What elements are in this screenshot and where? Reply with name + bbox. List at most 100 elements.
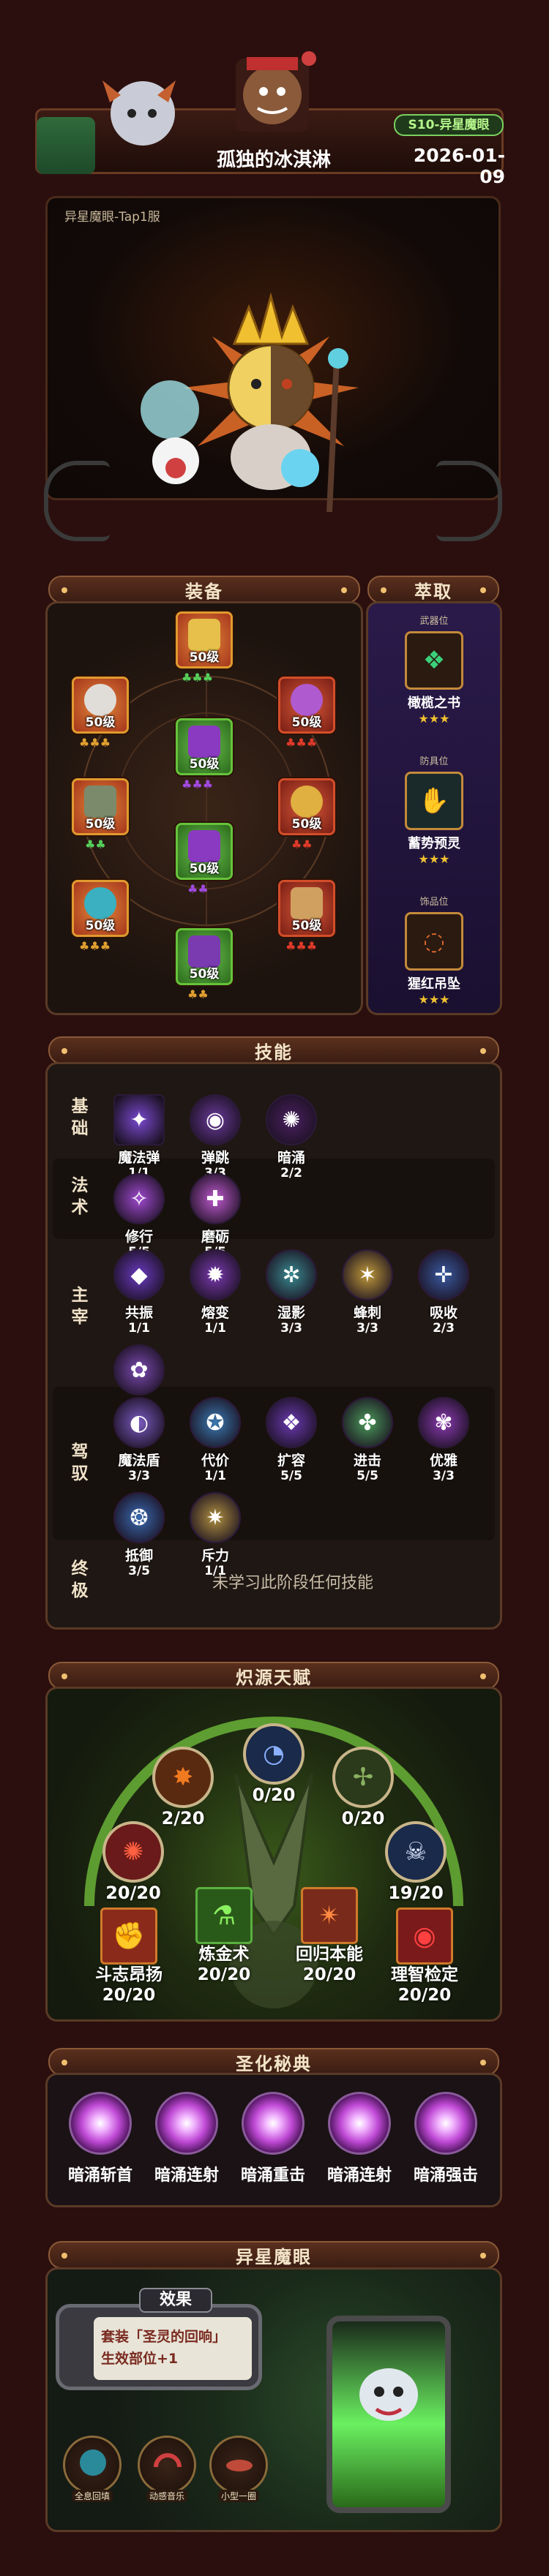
instinct-icon: ✴ — [301, 1887, 358, 1944]
skill-count: 3/3 — [128, 1469, 150, 1483]
extraction-accessory[interactable]: 饰品位 ◌ 猩红吊坠 ★★★ — [379, 894, 489, 1006]
extraction-weapon[interactable]: 武器位 ❖ 橄榄之书 ★★★ — [379, 613, 489, 726]
equip-stars-left-3: ♣♣♣ — [79, 939, 111, 953]
holy-item[interactable]: 暗涌斩首 — [60, 2092, 141, 2185]
talent-right-lower[interactable]: ☠ 19/20 — [379, 1821, 452, 1903]
talents-header: 炽源天赋 — [48, 1662, 499, 1690]
skill-item[interactable]: ✹ 熔变 1/1 — [186, 1249, 244, 1335]
extraction-armor[interactable]: 防具位 ✋ 蓄势预灵 ★★★ — [379, 753, 489, 866]
talent-left-lower[interactable]: ✺ 20/20 — [97, 1821, 170, 1903]
equip-stars-left-1: ♣♣♣ — [79, 736, 111, 750]
extraction-slot-label: 饰品位 — [419, 897, 449, 908]
talent-square-4[interactable]: ◉ 理智检定 20/20 — [381, 1907, 468, 2006]
skill-item[interactable]: ✚磨砺5/5 — [186, 1173, 244, 1259]
skill-item[interactable]: ◉弹跳3/3 — [186, 1094, 244, 1180]
extraction-title: 萃取 — [414, 581, 452, 602]
equip-stars-weapon: ♣♣♣ — [182, 671, 214, 685]
skill-name: 代价 — [201, 1453, 229, 1469]
equipment-header: 装备 — [48, 576, 360, 603]
skills-row-label: 主宰 — [71, 1286, 89, 1327]
eye-icon: ◉ — [396, 1907, 453, 1965]
flame-icon: ✸ — [152, 1747, 214, 1808]
skill-item[interactable]: ◐ 魔法盾 3/3 — [110, 1397, 168, 1483]
date-text: 2026-01-09 — [413, 145, 505, 187]
skill-item[interactable]: ✤ 进击 5/5 — [338, 1397, 397, 1483]
equip-slot-right-3[interactable]: 50级 — [278, 880, 335, 937]
skill-item[interactable]: ✲ 湿影 3/3 — [262, 1249, 321, 1335]
skill-count: 3/3 — [356, 1321, 378, 1336]
equip-slot-left-1[interactable]: 50级 — [72, 677, 129, 734]
equip-slot-boots[interactable]: 50级 — [176, 928, 233, 985]
equip-slot-armor[interactable]: 50级 — [176, 718, 233, 775]
holy-item[interactable]: 暗涌强击 — [406, 2092, 486, 2185]
skill-icon: ◐ — [113, 1397, 165, 1448]
extraction-slot-label: 防具位 — [419, 756, 449, 767]
skill-item[interactable]: ✧修行5/5 — [110, 1173, 168, 1259]
badge-2[interactable]: 动感音乐 — [138, 2436, 196, 2502]
equip-slot-weapon[interactable]: 50级 — [176, 611, 233, 669]
holy-title: 圣化秘典 — [236, 2053, 312, 2074]
holy-header: 圣化秘典 — [48, 2048, 499, 2076]
fist-icon: ✊ — [100, 1907, 157, 1965]
holy-item[interactable]: 暗涌重击 — [233, 2092, 313, 2185]
skill-icon: ✦ — [113, 1094, 165, 1145]
skill-count: 1/1 — [204, 1321, 226, 1336]
skills-row-label: 基础 — [71, 1097, 89, 1138]
extraction-name: 蓄势预灵 — [408, 836, 460, 851]
skills-row-label: 法术 — [71, 1176, 89, 1217]
skill-item[interactable]: ◆ 共振 1/1 — [110, 1249, 168, 1335]
skill-name: 吸收 — [429, 1305, 458, 1321]
skill-item[interactable]: ✷ 斥力 1/1 — [186, 1492, 244, 1578]
extraction-slot-label: 武器位 — [419, 616, 449, 627]
skill-icon: ✧ — [113, 1173, 165, 1224]
equip-slot-left-3[interactable]: 50级 — [72, 880, 129, 937]
stage-ornament-right — [436, 461, 502, 541]
skill-name: 共振 — [124, 1305, 153, 1321]
clock-icon: ◔ — [243, 1723, 305, 1785]
skill-count: 2/3 — [433, 1321, 455, 1336]
holy-item[interactable]: 暗涌连射 — [146, 2092, 227, 2185]
skill-icon: ◆ — [113, 1249, 165, 1300]
glowing-orb-icon — [242, 2092, 305, 2155]
skill-name: 魔法盾 — [118, 1453, 160, 1469]
glowing-orb-icon — [155, 2092, 218, 2155]
alchemy-icon: ⚗ — [195, 1887, 253, 1944]
skill-name: 魔法弹 — [118, 1150, 160, 1166]
extraction-stars: ★★★ — [418, 993, 450, 1006]
avatar[interactable] — [221, 37, 324, 139]
equip-slot-pants[interactable]: 50级 — [176, 823, 233, 880]
skill-item[interactable]: ✪ 代价 1/1 — [186, 1397, 244, 1483]
equip-slot-right-1[interactable]: 50级 — [278, 677, 335, 734]
talent-square-2[interactable]: ⚗ 炼金术 20/20 — [180, 1887, 268, 1985]
equipment-title: 装备 — [185, 581, 223, 602]
skill-item[interactable]: ❖ 扩容 5/5 — [262, 1397, 321, 1483]
skill-name: 熔变 — [201, 1305, 229, 1321]
talent-left-upper[interactable]: ✸ 2/20 — [146, 1747, 220, 1829]
skill-name: 弹跳 — [201, 1150, 229, 1166]
skill-item[interactable]: ❂ 抵御 3/5 — [110, 1492, 168, 1578]
hero-character — [124, 292, 403, 513]
talent-top[interactable]: ◔ 0/20 — [237, 1723, 310, 1805]
talent-square-1[interactable]: ✊ 斗志昂扬 20/20 — [85, 1907, 173, 2006]
ultimate-empty-text: 未学习此阶段任何技能 — [212, 1574, 373, 1592]
skill-item[interactable]: ✶ 蜂刺 3/3 — [338, 1249, 397, 1335]
skill-name: 修行 — [124, 1229, 153, 1245]
pendant-icon: ◌ — [405, 912, 463, 971]
skill-item[interactable]: ✺ 暗涌 2/2 — [262, 1094, 321, 1180]
badge-1[interactable]: 全息回填 — [63, 2436, 122, 2502]
extraction-stars: ★★★ — [418, 852, 450, 866]
skill-icon: ❂ — [113, 1492, 165, 1543]
skill-item[interactable]: ✛ 吸收 2/3 — [414, 1249, 473, 1335]
glowing-orb-icon — [414, 2092, 477, 2155]
talents-title: 炽源天赋 — [236, 1667, 312, 1688]
talent-square-3[interactable]: ✴ 回归本能 20/20 — [285, 1887, 373, 1985]
equip-slot-right-2[interactable]: 50级 — [278, 778, 335, 835]
talent-right-upper[interactable]: ✢ 0/20 — [326, 1747, 400, 1829]
equip-slot-left-2[interactable]: 50级 — [72, 778, 129, 835]
skill-item[interactable]: ✾ 优雅 3/3 — [414, 1397, 473, 1483]
skill-name: 斥力 — [201, 1548, 229, 1564]
skill-item[interactable]: ✦魔法弹1/1 — [110, 1094, 168, 1180]
equip-stars-pants: ♣♣ — [187, 882, 209, 896]
badge-3[interactable]: 小型一圈 — [209, 2436, 268, 2502]
holy-item[interactable]: 暗涌连射 — [319, 2092, 400, 2185]
